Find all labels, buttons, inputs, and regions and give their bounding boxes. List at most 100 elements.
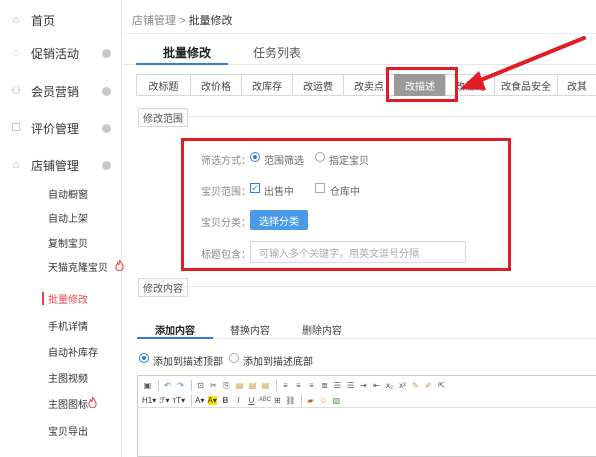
superscript-icon[interactable]: x² bbox=[397, 380, 408, 391]
menu-store-management[interactable]: ⌂ 店铺管理 bbox=[0, 150, 122, 180]
sub-item-main-video[interactable]: 主图视频 bbox=[0, 366, 122, 388]
menu-label: 评价管理 bbox=[31, 121, 80, 136]
ordered-list-icon[interactable]: ☰ bbox=[332, 380, 343, 391]
align-left-icon[interactable]: ≡ bbox=[280, 380, 291, 391]
sub-item-batch-edit[interactable]: 批量修改 bbox=[0, 287, 122, 309]
paste-text-icon[interactable]: ▤ bbox=[247, 380, 258, 391]
sub-item-label: 批量修改 bbox=[48, 294, 88, 306]
menu-label: 会员营销 bbox=[31, 84, 80, 99]
table-icon[interactable]: ⊞ bbox=[272, 395, 283, 406]
size-label: тT bbox=[172, 395, 182, 405]
font-label: ℱ bbox=[159, 395, 166, 405]
section-title-range: 修改范围 bbox=[138, 108, 188, 127]
breadcrumb-parent[interactable]: 店铺管理 bbox=[132, 15, 176, 27]
flash-icon[interactable]: ▰ bbox=[305, 395, 316, 406]
breadcrumb: 店铺管理 > 批量修改 bbox=[132, 12, 233, 28]
paste-icon[interactable]: ▤ bbox=[234, 380, 245, 391]
radio-add-top[interactable] bbox=[139, 353, 149, 363]
toolbar-separator bbox=[300, 394, 302, 406]
indent-icon[interactable]: ⇥ bbox=[358, 380, 369, 391]
background-color-dropdown[interactable]: A▾ bbox=[207, 395, 217, 405]
font-size-dropdown[interactable]: тT▾ bbox=[173, 396, 186, 405]
editor-toolbar-row-2: H1▾ ℱ▾ тT▾ A▾ A▾ B I U ABC ⊞ ⛓ ▰ ☺ ▧ bbox=[142, 393, 344, 407]
edit-tab-other[interactable]: 改其 bbox=[557, 74, 596, 96]
sub-item-label: 主图视频 bbox=[48, 373, 88, 385]
section-title-content: 修改内容 bbox=[138, 278, 188, 297]
emoji-icon[interactable]: ☺ bbox=[318, 395, 329, 406]
edit-tab-stock[interactable]: 改库存 bbox=[241, 74, 293, 96]
font-family-dropdown[interactable]: ℱ▾ bbox=[159, 396, 169, 405]
select-all-icon[interactable]: ⇱ bbox=[436, 380, 447, 391]
underline-icon[interactable]: U bbox=[246, 395, 257, 406]
sub-item-main-icon[interactable]: 主图图标 bbox=[0, 392, 122, 414]
subscript-icon[interactable]: x₂ bbox=[384, 380, 395, 391]
menu-promotions[interactable]: ◌ 促销活动 bbox=[0, 38, 122, 68]
sub-item-label: 自动补库存 bbox=[48, 347, 98, 359]
redo-icon[interactable]: ↷ bbox=[175, 380, 186, 391]
radio-label: 添加到描述顶部 bbox=[153, 357, 223, 368]
menu-home[interactable]: ⌂ 首页 bbox=[0, 5, 122, 35]
sub-item-item-export[interactable]: 宝贝导出 bbox=[0, 419, 122, 441]
edit-tab-shipping[interactable]: 改运费 bbox=[292, 74, 344, 96]
store-icon: ⌂ bbox=[12, 159, 20, 171]
undo-icon[interactable]: ↶ bbox=[162, 380, 173, 391]
user-icon: ⚇ bbox=[11, 85, 21, 97]
tab-delete-content[interactable]: 删除内容 bbox=[302, 322, 342, 337]
format-painter-icon[interactable]: ✐ bbox=[423, 380, 434, 391]
radio-add-bottom[interactable] bbox=[229, 353, 239, 363]
menu-member-marketing[interactable]: ⚇ 会员营销 bbox=[0, 76, 122, 106]
edit-tab-food-safety[interactable]: 改食品安全 bbox=[494, 74, 558, 96]
heading-dropdown[interactable]: H1▾ bbox=[142, 396, 156, 405]
image-icon[interactable]: ▧ bbox=[331, 395, 342, 406]
tab-task-list[interactable]: 任务列表 bbox=[253, 44, 301, 61]
sub-item-label: 手机详情 bbox=[48, 321, 88, 333]
edit-tab-title[interactable]: 改标题 bbox=[136, 74, 191, 96]
align-center-icon[interactable]: ≡ bbox=[293, 380, 304, 391]
sub-item-tmall-clone[interactable]: 天猫克隆宝贝 bbox=[0, 255, 124, 277]
align-justify-icon[interactable]: ≣ bbox=[319, 380, 330, 391]
breadcrumb-separator: > bbox=[179, 15, 186, 27]
sub-item-label: 自动橱窗 bbox=[48, 189, 88, 201]
menu-label: 首页 bbox=[31, 13, 56, 28]
clear-format-icon[interactable]: ✎ bbox=[410, 380, 421, 391]
highlight-box-description-tab bbox=[386, 67, 458, 102]
expand-dot bbox=[102, 48, 111, 58]
sub-item-auto-restock[interactable]: 自动补库存 bbox=[0, 340, 122, 362]
radio-label: 添加到描述底部 bbox=[243, 357, 313, 368]
hot-flame-icon bbox=[115, 260, 124, 271]
tab-add-content[interactable]: 添加内容 bbox=[155, 322, 195, 337]
tab-batch-edit[interactable]: 批量修改 bbox=[163, 44, 211, 61]
toolbar-separator bbox=[191, 379, 192, 391]
sub-item-copy-item[interactable]: 复制宝贝 bbox=[0, 231, 122, 253]
home-icon: ⌂ bbox=[12, 14, 20, 26]
link-icon[interactable]: ⛓ bbox=[285, 395, 296, 406]
sub-item-label: 宝贝导出 bbox=[48, 426, 88, 438]
sub-item-auto-window[interactable]: 自动橱窗 bbox=[0, 182, 122, 204]
font-color-dropdown[interactable]: A▾ bbox=[195, 396, 204, 405]
outdent-icon[interactable]: ⇤ bbox=[371, 380, 382, 391]
expand-dot bbox=[102, 86, 111, 96]
template-icon[interactable]: ⊡ bbox=[195, 380, 206, 391]
menu-reviews[interactable]: ☐ 评价管理 bbox=[0, 113, 122, 143]
paste-word-icon[interactable]: ▤ bbox=[260, 380, 271, 391]
sub-item-label: 主图图标 bbox=[48, 399, 88, 411]
breadcrumb-current: 批量修改 bbox=[188, 15, 233, 27]
unordered-list-icon[interactable]: ☰ bbox=[345, 380, 356, 391]
sub-item-mobile-detail[interactable]: 手机详情 bbox=[0, 314, 122, 336]
align-right-icon[interactable]: ≡ bbox=[306, 380, 317, 391]
source-icon[interactable]: ▣ bbox=[142, 380, 153, 391]
section-divider bbox=[186, 286, 596, 287]
sub-item-auto-list[interactable]: 自动上架 bbox=[0, 206, 122, 228]
menu-label: 促销活动 bbox=[31, 46, 80, 61]
bold-icon[interactable]: B bbox=[220, 395, 231, 406]
divider bbox=[122, 33, 596, 34]
tab-replace-content[interactable]: 替换内容 bbox=[230, 322, 270, 337]
cut-icon[interactable]: ✂ bbox=[208, 380, 219, 391]
strikethrough-icon[interactable]: ABC bbox=[259, 395, 271, 406]
expand-dot bbox=[102, 160, 111, 170]
sub-item-label: 天猫克隆宝贝 bbox=[48, 262, 108, 274]
italic-icon[interactable]: I bbox=[233, 395, 244, 406]
copy-icon[interactable]: ⎘ bbox=[221, 380, 232, 391]
sidebar: ⌂ 首页 ◌ 促销活动 ⚇ 会员营销 ☐ 评价管理 ⌂ 店铺管理 自动橱窗 自动… bbox=[0, 0, 124, 457]
edit-tab-price[interactable]: 改价格 bbox=[190, 74, 242, 96]
